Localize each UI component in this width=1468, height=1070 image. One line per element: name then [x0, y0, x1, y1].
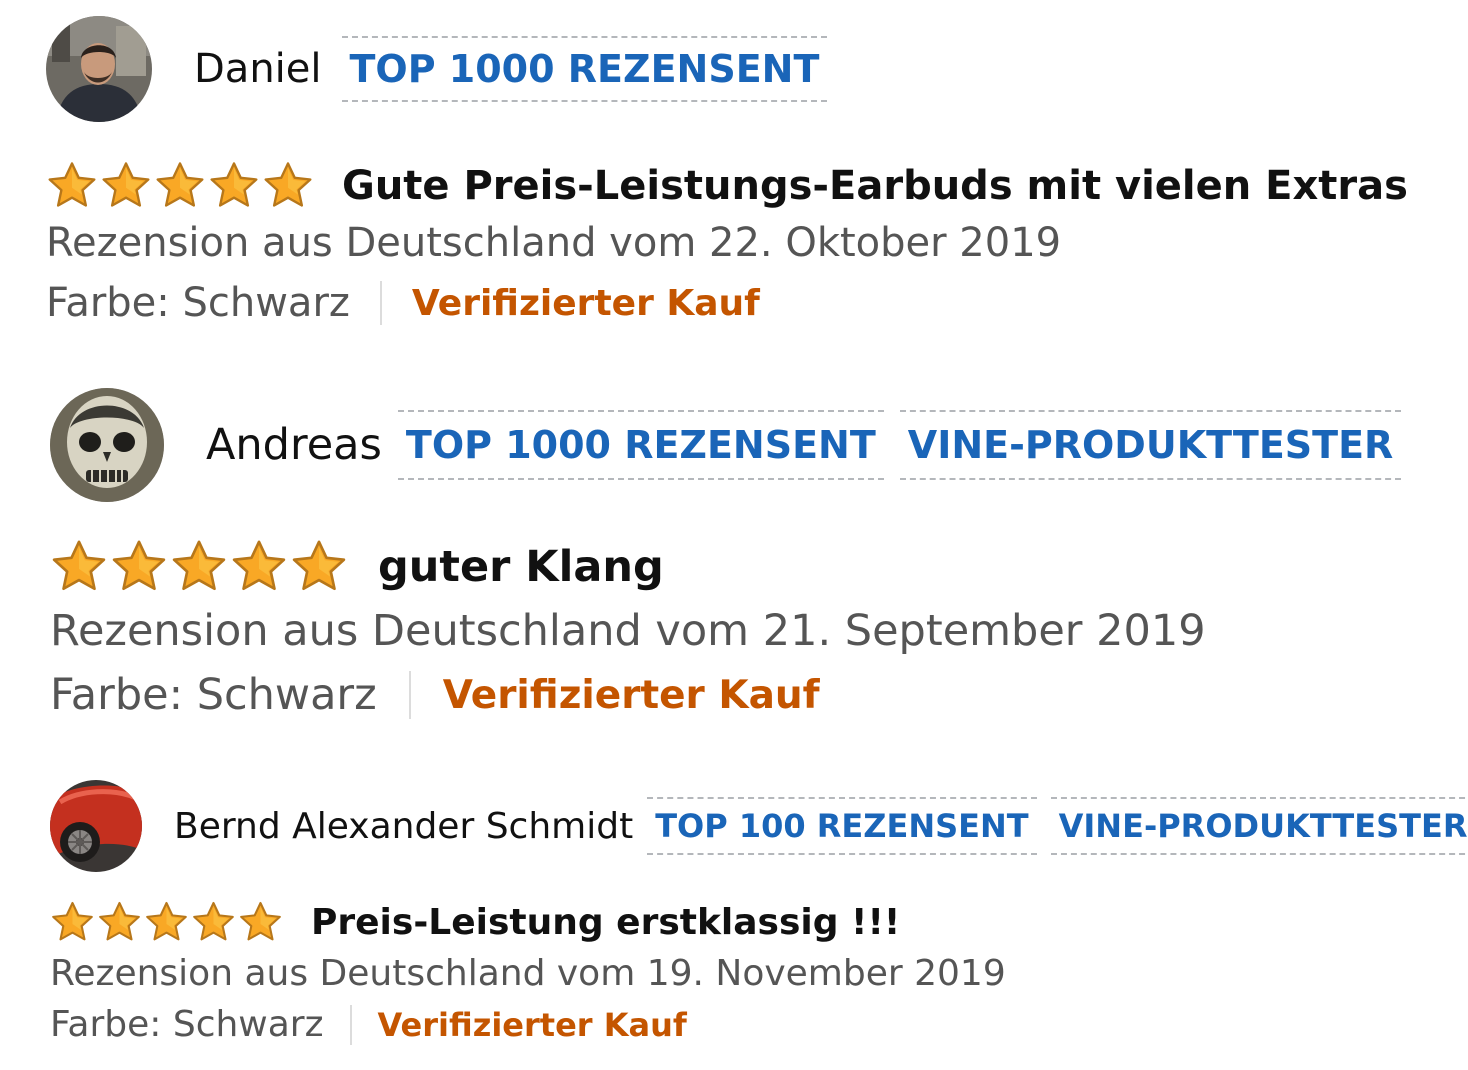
user-photo-avatar-icon: [46, 16, 152, 122]
star-icon: [97, 900, 142, 945]
verified-purchase-label: Verifizierter Kauf: [411, 282, 760, 324]
star-icon: [230, 538, 288, 596]
reviewer-name[interactable]: Daniel: [194, 46, 322, 92]
star-icon: [170, 538, 228, 596]
review-card: Bernd Alexander Schmidt TOP 100 REZENSEN…: [50, 780, 1468, 1045]
product-color: Farbe: Schwarz: [50, 1004, 324, 1045]
star-icon: [50, 900, 95, 945]
red-car-avatar-icon: [50, 780, 142, 872]
star-icon: [100, 160, 152, 212]
meta-divider: [349, 1004, 352, 1045]
verified-purchase-label: Verifizierter Kauf: [442, 672, 820, 718]
star-rating[interactable]: [46, 160, 316, 212]
reviewer-avatar[interactable]: [50, 780, 142, 872]
star-icon: [110, 538, 168, 596]
review-meta: Farbe: Schwarz Verifizierter Kauf: [46, 280, 1408, 326]
skull-face-avatar-icon: [50, 388, 164, 502]
meta-divider: [379, 281, 382, 325]
rating-title-row: Gute Preis-Leistungs-Earbuds mit vielen …: [46, 160, 1408, 212]
star-icon: [290, 538, 348, 596]
vine-tester-badge[interactable]: VINE-PRODUKTTESTER: [899, 410, 1402, 480]
review-title[interactable]: guter Klang: [378, 542, 664, 592]
review-date: Rezension aus Deutschland vom 19. Novemb…: [50, 953, 1006, 994]
product-color: Farbe: Schwarz: [50, 670, 377, 720]
vine-tester-badge[interactable]: VINE-PRODUKTTESTER: [1050, 797, 1468, 855]
star-rating[interactable]: [50, 538, 350, 596]
star-icon: [238, 900, 283, 945]
star-icon: [46, 160, 98, 212]
reviewer-rank-badge[interactable]: TOP 100 REZENSENT: [647, 797, 1037, 855]
review-meta: Farbe: Schwarz Verifizierter Kauf: [50, 1004, 1468, 1045]
review-header: Andreas TOP 1000 REZENSENT VINE-PRODUKTT…: [50, 388, 1402, 502]
review-meta: Farbe: Schwarz Verifizierter Kauf: [50, 670, 1401, 720]
product-color: Farbe: Schwarz: [46, 280, 350, 326]
review-date: Rezension aus Deutschland vom 22. Oktobe…: [46, 220, 1062, 266]
reviewer-name[interactable]: Andreas: [206, 420, 382, 470]
star-icon: [191, 900, 236, 945]
reviewer-rank-badge[interactable]: TOP 1000 REZENSENT: [397, 410, 884, 480]
star-icon: [144, 900, 189, 945]
star-icon: [262, 160, 314, 212]
star-icon: [154, 160, 206, 212]
reviewer-name[interactable]: Bernd Alexander Schmidt: [174, 806, 633, 847]
reviewer-avatar[interactable]: [50, 388, 164, 502]
reviewer-rank-badge[interactable]: TOP 1000 REZENSENT: [341, 36, 828, 102]
reviewer-avatar[interactable]: [46, 16, 152, 122]
rating-title-row: Preis-Leistung erstklassig !!!: [50, 900, 1468, 945]
review-header: Bernd Alexander Schmidt TOP 100 REZENSEN…: [50, 780, 1468, 872]
review-card: Daniel TOP 1000 REZENSENT Gute Preis-Lei…: [46, 16, 1408, 326]
review-header: Daniel TOP 1000 REZENSENT: [46, 16, 1408, 122]
review-date: Rezension aus Deutschland vom 21. Septem…: [50, 606, 1206, 656]
review-card: Andreas TOP 1000 REZENSENT VINE-PRODUKTT…: [50, 388, 1402, 720]
review-title[interactable]: Gute Preis-Leistungs-Earbuds mit vielen …: [342, 163, 1408, 209]
star-icon: [208, 160, 260, 212]
verified-purchase-label: Verifizierter Kauf: [377, 1005, 687, 1044]
meta-divider: [408, 671, 411, 719]
star-rating[interactable]: [50, 900, 285, 945]
star-icon: [50, 538, 108, 596]
rating-title-row: guter Klang: [50, 538, 1401, 596]
review-title[interactable]: Preis-Leistung erstklassig !!!: [311, 902, 900, 943]
